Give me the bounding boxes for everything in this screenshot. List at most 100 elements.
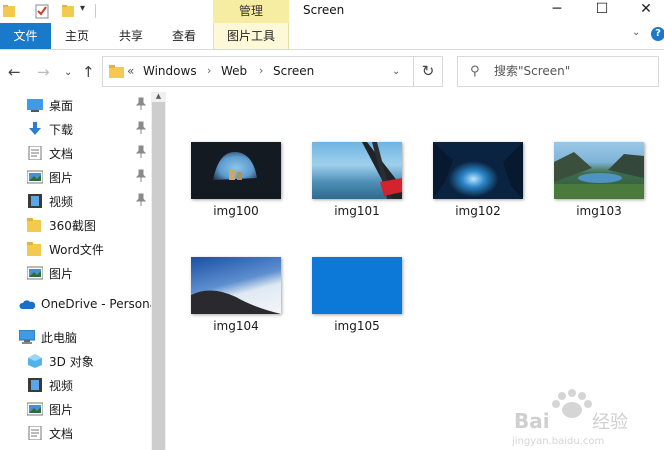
cloud-icon [19, 300, 35, 309]
file-tile-img102[interactable]: img102 [423, 142, 533, 252]
image-thumbnail [191, 257, 281, 314]
search-box[interactable]: ⚲ [457, 56, 659, 87]
sidebar-item-pictures-2[interactable]: 图片 [0, 261, 150, 285]
file-tile-img101[interactable]: img101 [302, 142, 412, 252]
pin-icon[interactable] [136, 145, 146, 159]
chevron-right-icon[interactable]: › [259, 64, 263, 77]
refresh-button[interactable]: ↻ [414, 56, 443, 87]
sidebar-item-label: 文档 [49, 147, 74, 161]
help-icon[interactable]: ? [651, 27, 664, 41]
file-name: img101 [334, 204, 380, 218]
manage-context-tab[interactable]: 管理 [213, 0, 289, 23]
download-icon [29, 122, 41, 135]
search-icon: ⚲ [470, 64, 480, 79]
pictures-icon [27, 266, 43, 280]
documents-icon [28, 146, 42, 160]
file-tile-img103[interactable]: img103 [544, 142, 654, 252]
sidebar-item-label: Word文件 [49, 243, 104, 257]
baidu-watermark-logo: Bai 经验 jingyan.baidu.com [512, 389, 628, 447]
tab-file[interactable]: 文件 [0, 23, 51, 49]
customize-toolbar-icon[interactable]: ▾ [80, 3, 85, 14]
sidebar-item-label: 视频 [49, 195, 74, 209]
file-name: img102 [455, 204, 501, 218]
tab-view[interactable]: 查看 [172, 23, 196, 49]
folder-icon [27, 218, 41, 232]
navigation-pane: 桌面 下载 文档 图片 视频 360截图 Word文件 图片 OneDrive … [0, 92, 166, 450]
expand-ribbon-icon[interactable]: ⌄ [632, 27, 640, 38]
toolbar-divider [95, 4, 96, 18]
sidebar-item-label: OneDrive - Persona [41, 297, 158, 311]
tab-home[interactable]: 主页 [65, 23, 89, 49]
sidebar-item-label: 文档 [49, 427, 74, 441]
sidebar-item-downloads[interactable]: 下载 [0, 117, 150, 141]
sidebar-item-videos-2[interactable]: 视频 [0, 373, 150, 397]
pin-icon[interactable] [136, 121, 146, 135]
forward-button[interactable]: → [37, 63, 50, 81]
cave-picture [191, 142, 281, 199]
file-name: img100 [213, 204, 259, 218]
recent-locations-icon[interactable]: ⌄ [64, 67, 72, 78]
maximize-button[interactable]: ☐ [582, 0, 622, 20]
sidebar-item-documents[interactable]: 文档 [0, 141, 150, 165]
search-input[interactable] [494, 62, 654, 80]
sidebar-item-pictures[interactable]: 图片 [0, 165, 150, 189]
sidebar-item-documents-2[interactable]: 文档 [0, 421, 150, 445]
up-button[interactable]: ↑ [82, 63, 95, 81]
pin-icon[interactable] [136, 193, 146, 207]
pin-icon[interactable] [136, 97, 146, 111]
address-bar[interactable]: « Windows › Web › Screen ⌄ [102, 56, 414, 87]
new-folder-icon[interactable] [61, 3, 75, 19]
breadcrumb-overflow[interactable]: « [127, 64, 134, 78]
scroll-up-icon[interactable]: ▲ [151, 92, 166, 102]
file-tile-img105[interactable]: img105 [302, 257, 412, 367]
sidebar-item-onedrive[interactable]: OneDrive - Persona [0, 293, 157, 317]
desktop-icon [27, 99, 43, 112]
navigation-bar: ← → ⌄ ↑ « Windows › Web › Screen ⌄ ↻ ⚲ [0, 50, 664, 92]
sidebar-item-label: 3D 对象 [49, 355, 94, 369]
sidebar-item-videos[interactable]: 视频 [0, 189, 150, 213]
cliff-clouds-picture [191, 290, 281, 314]
sidebar-item-label: 图片 [49, 171, 74, 185]
breadcrumb-web[interactable]: Web [221, 64, 247, 78]
back-button[interactable]: ← [8, 63, 21, 81]
folder-icon[interactable] [2, 3, 16, 19]
file-tile-img100[interactable]: img100 [181, 142, 291, 252]
file-tile-img104[interactable]: img104 [181, 257, 291, 367]
mountain-lake-picture [554, 152, 644, 199]
title-bar: ▾ 管理 Screen ─ ☐ ✕ [0, 0, 664, 23]
ribbon-tabs: 文件 主页 共享 查看 图片工具 ⌄ ? [0, 23, 664, 50]
sidebar-item-label: 图片 [49, 267, 74, 281]
sidebar-item-label: 此电脑 [41, 331, 78, 345]
sidebar-item-word-files[interactable]: Word文件 [0, 237, 150, 261]
sidebar-item-label: 视频 [49, 379, 74, 393]
image-thumbnail [312, 142, 402, 199]
sidebar-scrollbar-thumb[interactable] [152, 102, 165, 450]
properties-icon[interactable] [35, 3, 49, 19]
svg-text:经验: 经验 [592, 412, 628, 433]
breadcrumb-windows[interactable]: Windows [143, 64, 197, 78]
window-title: Screen [303, 3, 345, 17]
chevron-right-icon[interactable]: › [207, 64, 211, 77]
sidebar-item-3d-objects[interactable]: 3D 对象 [0, 349, 150, 373]
folder-icon [109, 65, 124, 78]
window-sea-picture [362, 142, 402, 199]
ice-cave-picture [433, 142, 523, 199]
pin-icon[interactable] [136, 169, 146, 183]
breadcrumb-screen[interactable]: Screen [273, 64, 314, 78]
sidebar-item-pictures-3[interactable]: 图片 [0, 397, 150, 421]
tab-share[interactable]: 共享 [119, 23, 143, 49]
image-thumbnail [433, 142, 523, 199]
videos-icon [28, 378, 42, 392]
sidebar-item-360-screenshots[interactable]: 360截图 [0, 213, 150, 237]
svg-text:Bai: Bai [514, 409, 550, 433]
minimize-button[interactable]: ─ [537, 0, 577, 20]
svg-text:jingyan.baidu.com: jingyan.baidu.com [512, 436, 604, 447]
computer-icon [19, 330, 35, 344]
file-name: img103 [576, 204, 622, 218]
close-button[interactable]: ✕ [626, 0, 664, 20]
videos-icon [28, 194, 42, 208]
sidebar-item-desktop[interactable]: 桌面 [0, 93, 150, 117]
tab-picture-tools[interactable]: 图片工具 [213, 23, 289, 49]
sidebar-item-this-pc[interactable]: 此电脑 [0, 325, 150, 349]
chevron-down-icon[interactable]: ⌄ [392, 66, 400, 77]
